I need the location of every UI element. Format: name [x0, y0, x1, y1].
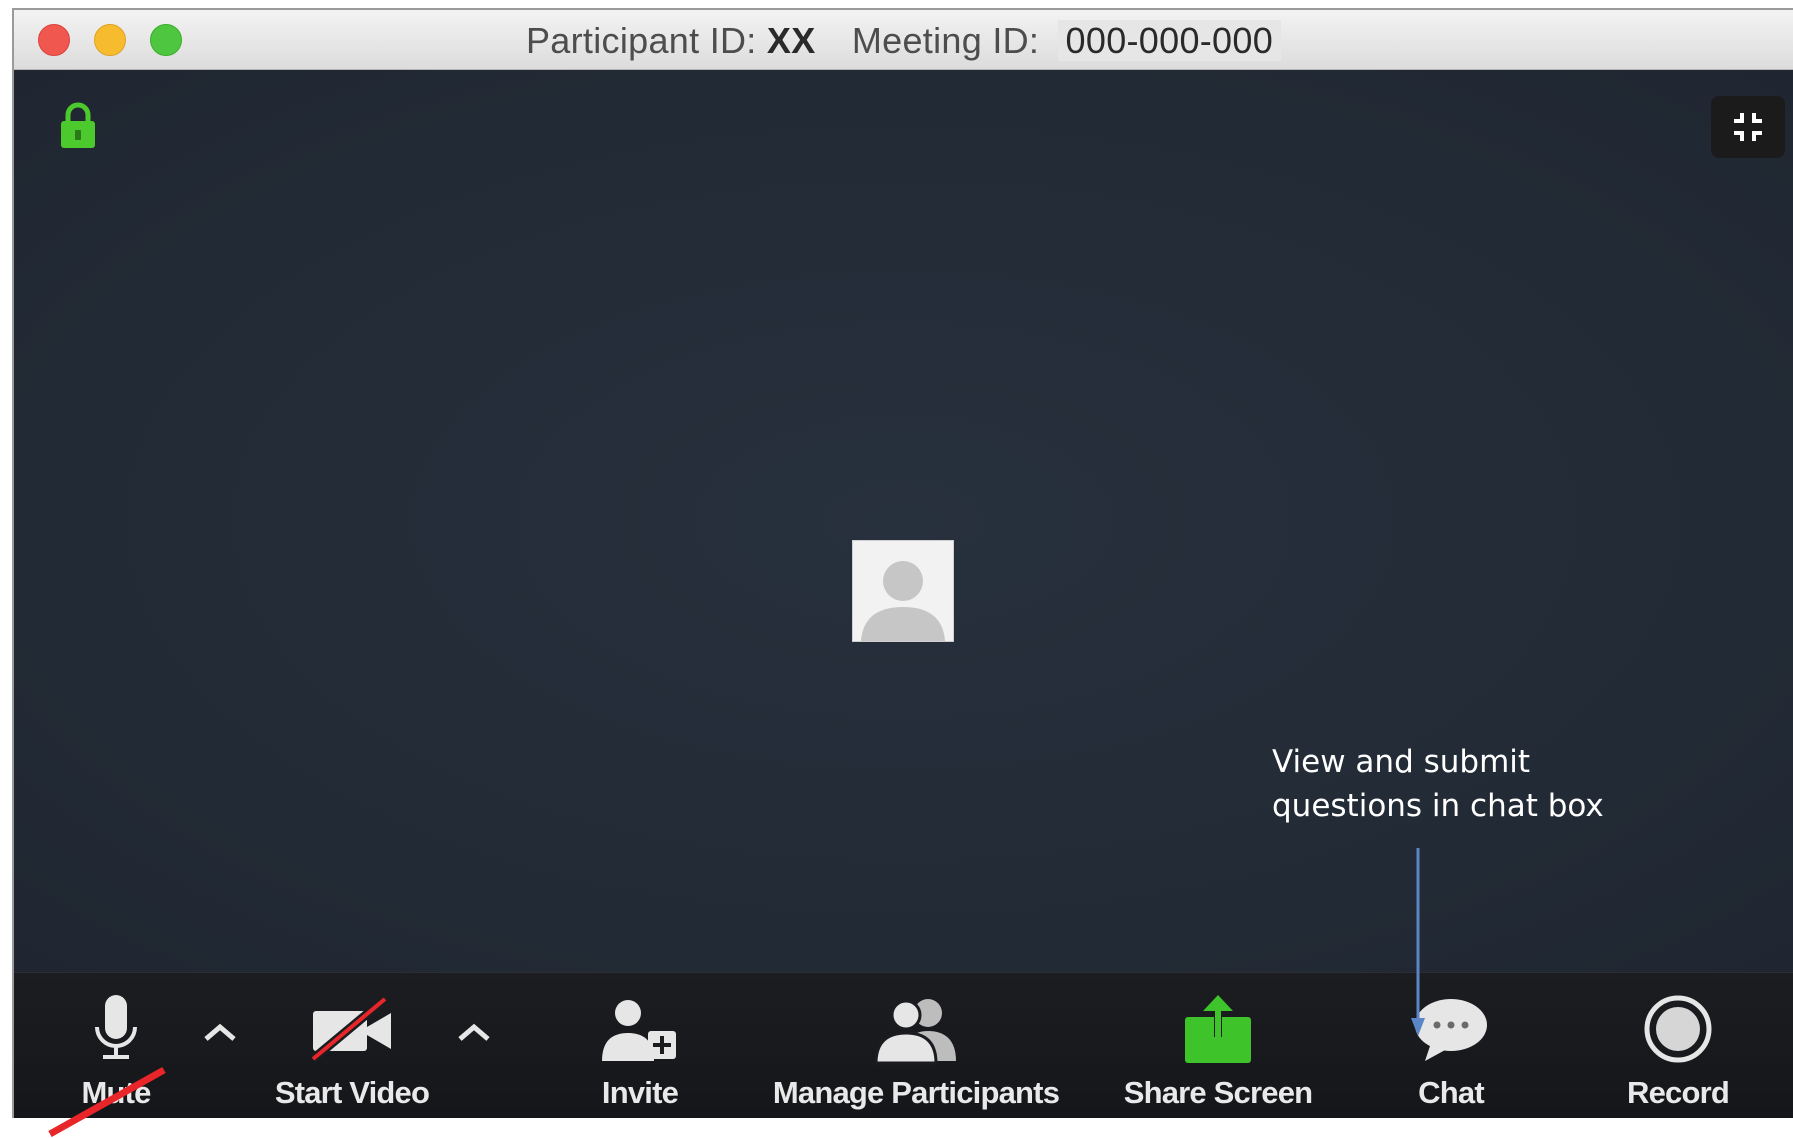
participant-avatar	[852, 540, 954, 642]
person-silhouette-icon	[861, 561, 945, 641]
manage-participants-label: Manage Participants	[772, 1075, 1060, 1110]
microphone-icon	[95, 995, 137, 1059]
share-screen-button[interactable]: Share Screen	[1104, 983, 1332, 1111]
fullscreen-exit-icon	[1734, 113, 1762, 141]
audio-options-caret[interactable]	[198, 1017, 242, 1047]
fullscreen-button[interactable]	[1711, 96, 1785, 158]
invite-button[interactable]: Invite	[570, 983, 710, 1111]
window-close-button[interactable]	[38, 24, 70, 56]
window-title: Participant ID: XX Meeting ID: 000-000-0…	[526, 20, 1282, 62]
app-screenshot: Participant ID: XX Meeting ID: 000-000-0…	[0, 0, 1793, 1138]
manage-participants-button[interactable]: Manage Participants	[754, 983, 1078, 1111]
video-area	[14, 70, 1793, 972]
add-user-icon	[602, 1000, 676, 1061]
video-icon-wrap	[262, 983, 442, 1065]
video-options-caret[interactable]	[452, 1017, 496, 1047]
record-label: Record	[1626, 1075, 1730, 1110]
zoom-meeting-window: Participant ID: XX Meeting ID: 000-000-0…	[12, 8, 1793, 1118]
video-camera-off-icon	[310, 997, 391, 1063]
annotation-line-2: questions in chat box	[1272, 788, 1604, 824]
share-icon-wrap	[1104, 983, 1332, 1065]
red-slash-annotation	[48, 1066, 166, 1138]
participants-icon-wrap	[754, 983, 1078, 1065]
annotation-line-1: View and submit	[1272, 744, 1531, 780]
record-icon-wrap	[1610, 983, 1746, 1065]
start-video-button[interactable]: Start Video	[262, 983, 442, 1111]
title-bar: Participant ID: XX Meeting ID: 000-000-0…	[14, 10, 1793, 70]
participant-id-value: XX	[766, 20, 816, 61]
invite-icon-wrap	[570, 983, 710, 1065]
users-icon	[874, 999, 956, 1065]
window-maximize-button[interactable]	[150, 24, 182, 56]
annotation-arrow-icon	[1411, 848, 1425, 1036]
mute-icon-wrap	[46, 983, 186, 1065]
meeting-id-value: 000-000-000	[1057, 20, 1282, 61]
share-screen-icon	[1185, 995, 1251, 1063]
invite-label: Invite	[601, 1075, 679, 1110]
meeting-id-label: Meeting ID:	[851, 20, 1040, 61]
meeting-toolbar: Mute Start Video Invite Manage Participa…	[14, 972, 1793, 1118]
chat-label: Chat	[1418, 1075, 1484, 1110]
share-screen-label: Share Screen	[1123, 1075, 1313, 1110]
window-minimize-button[interactable]	[94, 24, 126, 56]
start-video-label: Start Video	[274, 1075, 430, 1110]
lock-icon[interactable]	[58, 102, 98, 150]
record-icon	[1644, 995, 1712, 1063]
record-button[interactable]: Record	[1610, 983, 1746, 1111]
chat-annotation: View and submit questions in chat box	[1272, 740, 1604, 828]
participant-id-label: Participant ID:	[526, 20, 757, 61]
